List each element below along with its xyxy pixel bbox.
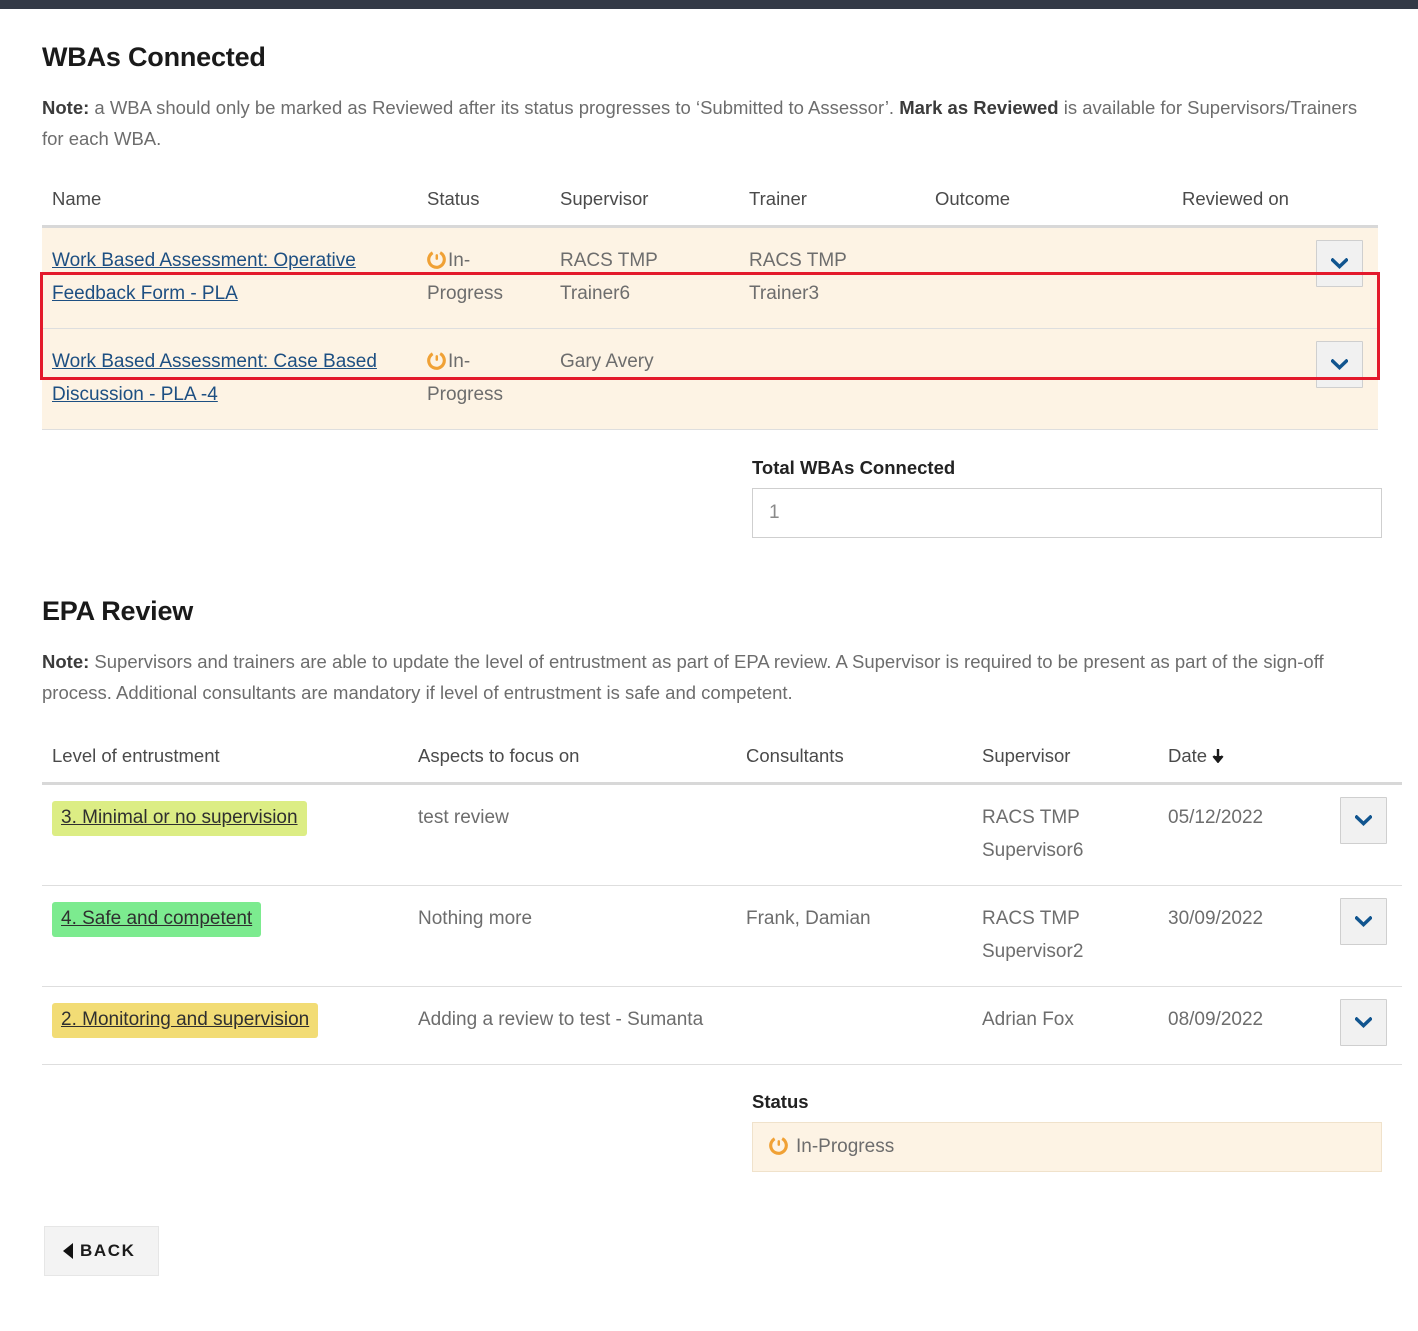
row-menu-button[interactable] bbox=[1340, 898, 1387, 945]
row-menu-button[interactable] bbox=[1340, 797, 1387, 844]
entrustment-badge[interactable]: 3. Minimal or no supervision bbox=[52, 801, 307, 836]
wba-table-header-row: Name Status Supervisor Trainer Outcome R… bbox=[42, 174, 1378, 228]
row-menu-button[interactable] bbox=[1316, 341, 1363, 388]
wba-col-outcome: Outcome bbox=[925, 174, 1172, 228]
wba-col-name: Name bbox=[42, 174, 417, 228]
triangle-left-icon bbox=[63, 1243, 73, 1259]
epa-note: Note: Supervisors and trainers are able … bbox=[42, 646, 1378, 708]
status-text: In-Progress bbox=[796, 1136, 895, 1157]
epa-table-wrapper: Level of entrustment Aspects to focus on… bbox=[42, 731, 1402, 1065]
in-progress-icon bbox=[769, 1126, 788, 1155]
chevron-down-icon bbox=[1355, 1017, 1372, 1028]
epa-date-cell: 30/09/2022 bbox=[1158, 885, 1330, 987]
wba-note-bold: Mark as Reviewed bbox=[899, 97, 1059, 118]
chevron-down-icon bbox=[1355, 916, 1372, 927]
epa-table: Level of entrustment Aspects to focus on… bbox=[42, 731, 1402, 1065]
sort-descending-icon bbox=[1212, 745, 1224, 766]
in-progress-icon bbox=[427, 348, 446, 370]
epa-section-title: EPA Review bbox=[42, 596, 194, 626]
wba-supervisor-cell: Gary Avery bbox=[550, 328, 739, 430]
epa-table-header-row: Level of entrustment Aspects to focus on… bbox=[42, 731, 1402, 785]
epa-col-date-label: Date bbox=[1168, 745, 1208, 766]
wba-table: Name Status Supervisor Trainer Outcome R… bbox=[42, 174, 1378, 430]
epa-consultants-cell: Frank, Damian bbox=[736, 885, 972, 987]
entrustment-badge[interactable]: 2. Monitoring and supervision bbox=[52, 1003, 319, 1038]
wba-outcome-cell bbox=[925, 328, 1172, 430]
epa-supervisor-cell: Adrian Fox bbox=[972, 986, 1158, 1065]
wba-col-supervisor: Supervisor bbox=[550, 174, 739, 228]
wba-col-trainer: Trainer bbox=[739, 174, 925, 228]
epa-consultants-cell bbox=[736, 986, 972, 1065]
row-menu-button[interactable] bbox=[1340, 999, 1387, 1046]
row-menu-button[interactable] bbox=[1316, 240, 1363, 287]
wba-note-prefix: Note: bbox=[42, 97, 90, 118]
wba-name-link[interactable]: Work Based Assessment: Operative Feedbac… bbox=[52, 250, 356, 304]
wba-name-cell: Work Based Assessment: Case Based Discus… bbox=[42, 328, 417, 430]
wba-note-text-1: a WBA should only be marked as Reviewed … bbox=[89, 97, 900, 118]
page-content: WBAs Connected Note: a WBA should only b… bbox=[0, 42, 1418, 1276]
epa-action-cell bbox=[1330, 986, 1402, 1065]
wba-status-cell: In-Progress bbox=[417, 226, 550, 329]
total-wbas-value: 1 bbox=[752, 488, 1382, 538]
wba-action-cell bbox=[1306, 328, 1378, 430]
wba-outcome-cell bbox=[925, 226, 1172, 329]
chevron-down-icon bbox=[1331, 258, 1348, 269]
epa-supervisor-cell: RACS TMP Supervisor6 bbox=[972, 783, 1158, 886]
epa-aspects-cell: Adding a review to test - Sumanta bbox=[408, 986, 736, 1065]
epa-col-level: Level of entrustment bbox=[42, 731, 408, 785]
page-title: WBAs Connected bbox=[42, 42, 266, 72]
in-progress-icon bbox=[427, 247, 446, 269]
status-field: Status In-Progress bbox=[752, 1091, 1382, 1172]
status-label: Status bbox=[752, 1091, 809, 1112]
epa-col-date[interactable]: Date bbox=[1158, 731, 1330, 785]
total-wbas-label: Total WBAs Connected bbox=[752, 457, 956, 478]
status-badge: In-Progress bbox=[752, 1122, 1382, 1172]
epa-action-cell bbox=[1330, 885, 1402, 987]
epa-note-text: Supervisors and trainers are able to upd… bbox=[42, 651, 1324, 703]
wba-trainer-cell: RACS TMP Trainer3 bbox=[739, 226, 925, 329]
epa-level-cell: 4. Safe and competent bbox=[42, 885, 408, 987]
epa-col-consultants: Consultants bbox=[736, 731, 972, 785]
wba-reviewed-on-cell bbox=[1172, 328, 1306, 430]
entrustment-badge[interactable]: 4. Safe and competent bbox=[52, 902, 262, 937]
table-row: 3. Minimal or no supervision test review… bbox=[42, 783, 1402, 886]
wba-supervisor-cell: RACS TMP Trainer6 bbox=[550, 226, 739, 329]
wba-note: Note: a WBA should only be marked as Rev… bbox=[42, 92, 1378, 154]
wba-reviewed-on-cell bbox=[1172, 226, 1306, 329]
back-button[interactable]: BACK bbox=[44, 1226, 159, 1276]
wba-name-cell: Work Based Assessment: Operative Feedbac… bbox=[42, 226, 417, 329]
table-row: 4. Safe and competent Nothing more Frank… bbox=[42, 885, 1402, 987]
top-navbar bbox=[0, 0, 1418, 9]
epa-consultants-cell bbox=[736, 783, 972, 886]
epa-note-prefix: Note: bbox=[42, 651, 90, 672]
table-row: Work Based Assessment: Operative Feedbac… bbox=[42, 226, 1378, 329]
epa-aspects-cell: Nothing more bbox=[408, 885, 736, 987]
epa-date-cell: 05/12/2022 bbox=[1158, 783, 1330, 886]
chevron-down-icon bbox=[1331, 359, 1348, 370]
wba-table-wrapper: Name Status Supervisor Trainer Outcome R… bbox=[40, 174, 1380, 430]
total-wbas-field: Total WBAs Connected 1 bbox=[752, 457, 1382, 538]
epa-aspects-cell: test review bbox=[408, 783, 736, 886]
chevron-down-icon bbox=[1355, 815, 1372, 826]
table-row: Work Based Assessment: Case Based Discus… bbox=[42, 328, 1378, 430]
epa-date-cell: 08/09/2022 bbox=[1158, 986, 1330, 1065]
wba-col-reviewed-on: Reviewed on bbox=[1172, 174, 1306, 228]
epa-col-aspects: Aspects to focus on bbox=[408, 731, 736, 785]
wba-name-link[interactable]: Work Based Assessment: Case Based Discus… bbox=[52, 351, 377, 405]
epa-level-cell: 3. Minimal or no supervision bbox=[42, 783, 408, 886]
wba-trainer-cell bbox=[739, 328, 925, 430]
wba-status-cell: In-Progress bbox=[417, 328, 550, 430]
epa-col-supervisor: Supervisor bbox=[972, 731, 1158, 785]
epa-col-actions bbox=[1330, 731, 1402, 785]
table-row: 2. Monitoring and supervision Adding a r… bbox=[42, 986, 1402, 1065]
epa-action-cell bbox=[1330, 783, 1402, 886]
epa-level-cell: 2. Monitoring and supervision bbox=[42, 986, 408, 1065]
back-button-label: BACK bbox=[80, 1241, 136, 1260]
wba-action-cell bbox=[1306, 226, 1378, 329]
epa-supervisor-cell: RACS TMP Supervisor2 bbox=[972, 885, 1158, 987]
wba-col-status: Status bbox=[417, 174, 550, 228]
wba-col-actions bbox=[1306, 174, 1378, 228]
